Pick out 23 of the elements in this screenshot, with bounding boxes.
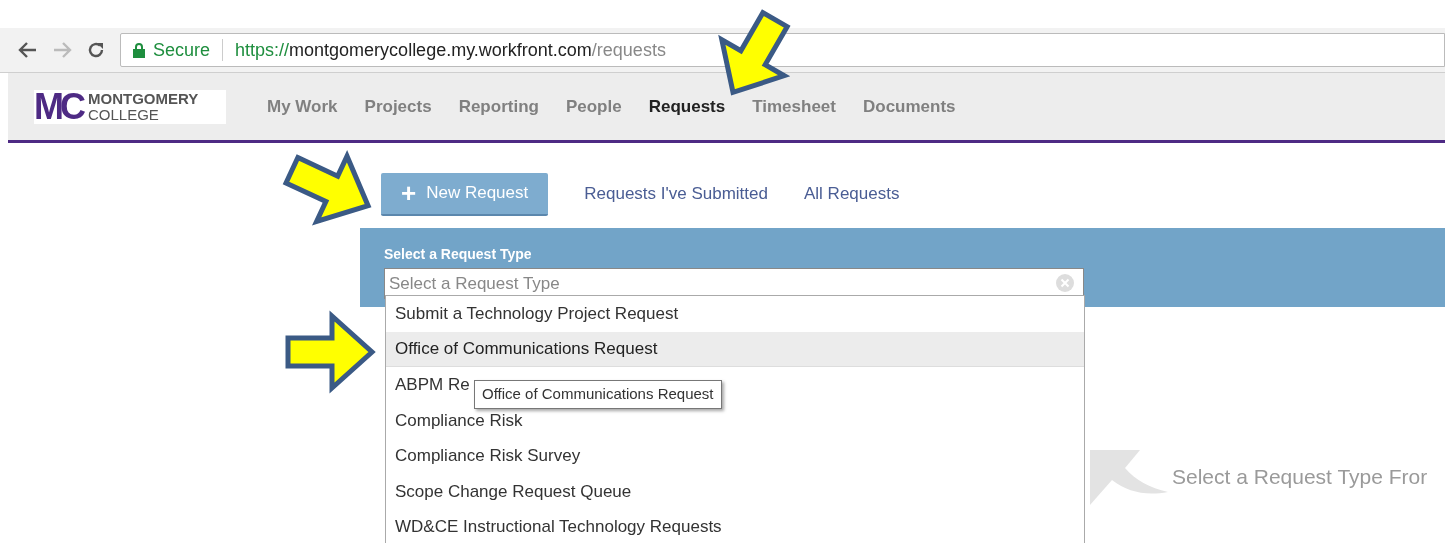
- dropdown-option[interactable]: ABPM Re: [395, 372, 470, 398]
- reload-icon[interactable]: [86, 40, 106, 60]
- hint-text: Select a Request Type Fror: [1172, 464, 1428, 491]
- panel-label: Select a Request Type: [384, 245, 533, 264]
- dropdown-option[interactable]: Office of Communications Request: [395, 336, 658, 362]
- curved-arrow-icon: [1090, 449, 1168, 505]
- logo-mark: MC: [34, 88, 82, 125]
- dropdown-option[interactable]: Scope Change Request Queue: [395, 478, 632, 504]
- tooltip: Office of Communications Request: [474, 380, 722, 409]
- nav-tab[interactable]: Requests: [648, 93, 726, 120]
- address-bar[interactable]: Secure https://montgomerycollege.my.workfront.com/requests: [120, 33, 1445, 67]
- dropdown-option[interactable]: WD&CE Instructional Technology Requests: [395, 514, 722, 540]
- nav-link[interactable]: Requests I've Submitted: [584, 181, 768, 207]
- logo-line: COLLEGE: [88, 106, 160, 123]
- nav-link[interactable]: All Requests: [804, 181, 900, 207]
- url-text: https://montgomerycollege.my.workfront.com/requests: [235, 38, 666, 62]
- dropdown-option[interactable]: Compliance Risk: [395, 407, 523, 433]
- secure-label: Secure: [153, 38, 211, 62]
- dropdown-option[interactable]: Submit a Technology Project Request: [395, 301, 679, 327]
- logo-line: MONTGOMERY: [88, 90, 199, 107]
- lock-icon: [133, 42, 145, 58]
- back-icon[interactable]: [18, 41, 38, 59]
- dropdown-option[interactable]: Compliance Risk Survey: [395, 443, 581, 469]
